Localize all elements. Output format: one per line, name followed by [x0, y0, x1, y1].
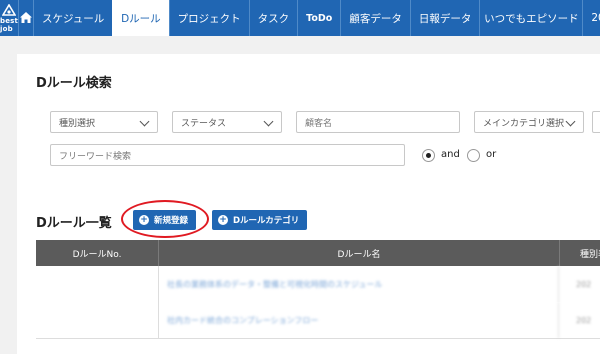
chevron-down-icon	[565, 116, 576, 127]
drule-category-label: Dルールカテゴリ	[233, 216, 300, 226]
customer-name-input[interactable]: 顧客名	[296, 111, 460, 133]
table-row[interactable]: 社長の業務体系のデータ・整備と可視化時間のスケジュール 202	[36, 266, 600, 303]
search-section-title: Dルール検索	[36, 76, 112, 91]
column-header-name[interactable]: Dルール名	[159, 240, 560, 266]
row-no-cell	[36, 302, 159, 338]
nav-item-schedule[interactable]: スケジュール	[33, 0, 112, 36]
status-select[interactable]: ステータス	[172, 111, 282, 133]
nav-item-project[interactable]: プロジェクト	[168, 0, 249, 36]
or-radio-label: or	[486, 149, 497, 160]
table-row[interactable]: 社内カード統合のコンプレーションフロー 202	[36, 302, 600, 339]
table-header: DルールNo. Dルール名 種別表	[36, 240, 600, 266]
top-nav: best job スケジュール Dルール プロジェクト タスク ToDo 顧客デ…	[0, 0, 600, 36]
type-select[interactable]: 種別選択	[50, 111, 158, 133]
nav-item-episodes[interactable]: いつでもエピソード	[479, 0, 582, 36]
or-radio[interactable]	[467, 149, 480, 162]
status-select-value: ステータス	[181, 118, 227, 129]
column-header-type[interactable]: 種別表	[560, 240, 600, 266]
and-radio-label: and	[441, 149, 460, 160]
row-type-cell: 202	[576, 315, 592, 325]
nav-home[interactable]	[18, 0, 33, 36]
row-no-cell	[36, 266, 159, 302]
row-type-cell: 202	[576, 279, 592, 289]
main-category-select[interactable]: メインカテゴリ選択	[474, 111, 584, 133]
chevron-down-icon	[139, 116, 150, 127]
brand-logo[interactable]: best job	[0, 0, 18, 36]
nav-item-drule[interactable]: Dルール	[112, 0, 169, 36]
main-category-select-value: メインカテゴリ選択	[483, 118, 565, 129]
highlight-circle	[121, 200, 209, 238]
brand-mark-icon	[2, 3, 17, 16]
row-name-link[interactable]: 社内カード統合のコンプレーションフロー	[159, 302, 559, 338]
nav-item-task[interactable]: タスク	[248, 0, 298, 36]
and-radio[interactable]	[422, 149, 435, 162]
freeword-search-placeholder: フリーワード検索	[59, 151, 132, 162]
nav-item-customer-data[interactable]: 顧客データ	[340, 0, 410, 36]
plus-icon: +	[218, 215, 228, 225]
extra-select[interactable]	[592, 111, 600, 133]
brand-name: best job	[0, 16, 19, 33]
nav-item-daily-report[interactable]: 日報データ	[409, 0, 480, 36]
chevron-down-icon	[263, 116, 274, 127]
column-header-no[interactable]: DルールNo.	[36, 240, 159, 266]
row-name-link[interactable]: 社長の業務体系のデータ・整備と可視化時間のスケジュール	[159, 266, 559, 302]
home-icon	[19, 9, 33, 28]
drule-category-button[interactable]: + Dルールカテゴリ	[212, 210, 308, 230]
list-section-title: Dルール一覧	[36, 216, 112, 231]
type-select-value: 種別選択	[59, 118, 96, 129]
nav-item-todo[interactable]: ToDo	[297, 0, 340, 36]
customer-name-placeholder: 顧客名	[305, 118, 333, 129]
freeword-search-input[interactable]: フリーワード検索	[50, 144, 405, 166]
nav-item-year[interactable]: 202	[582, 0, 600, 36]
